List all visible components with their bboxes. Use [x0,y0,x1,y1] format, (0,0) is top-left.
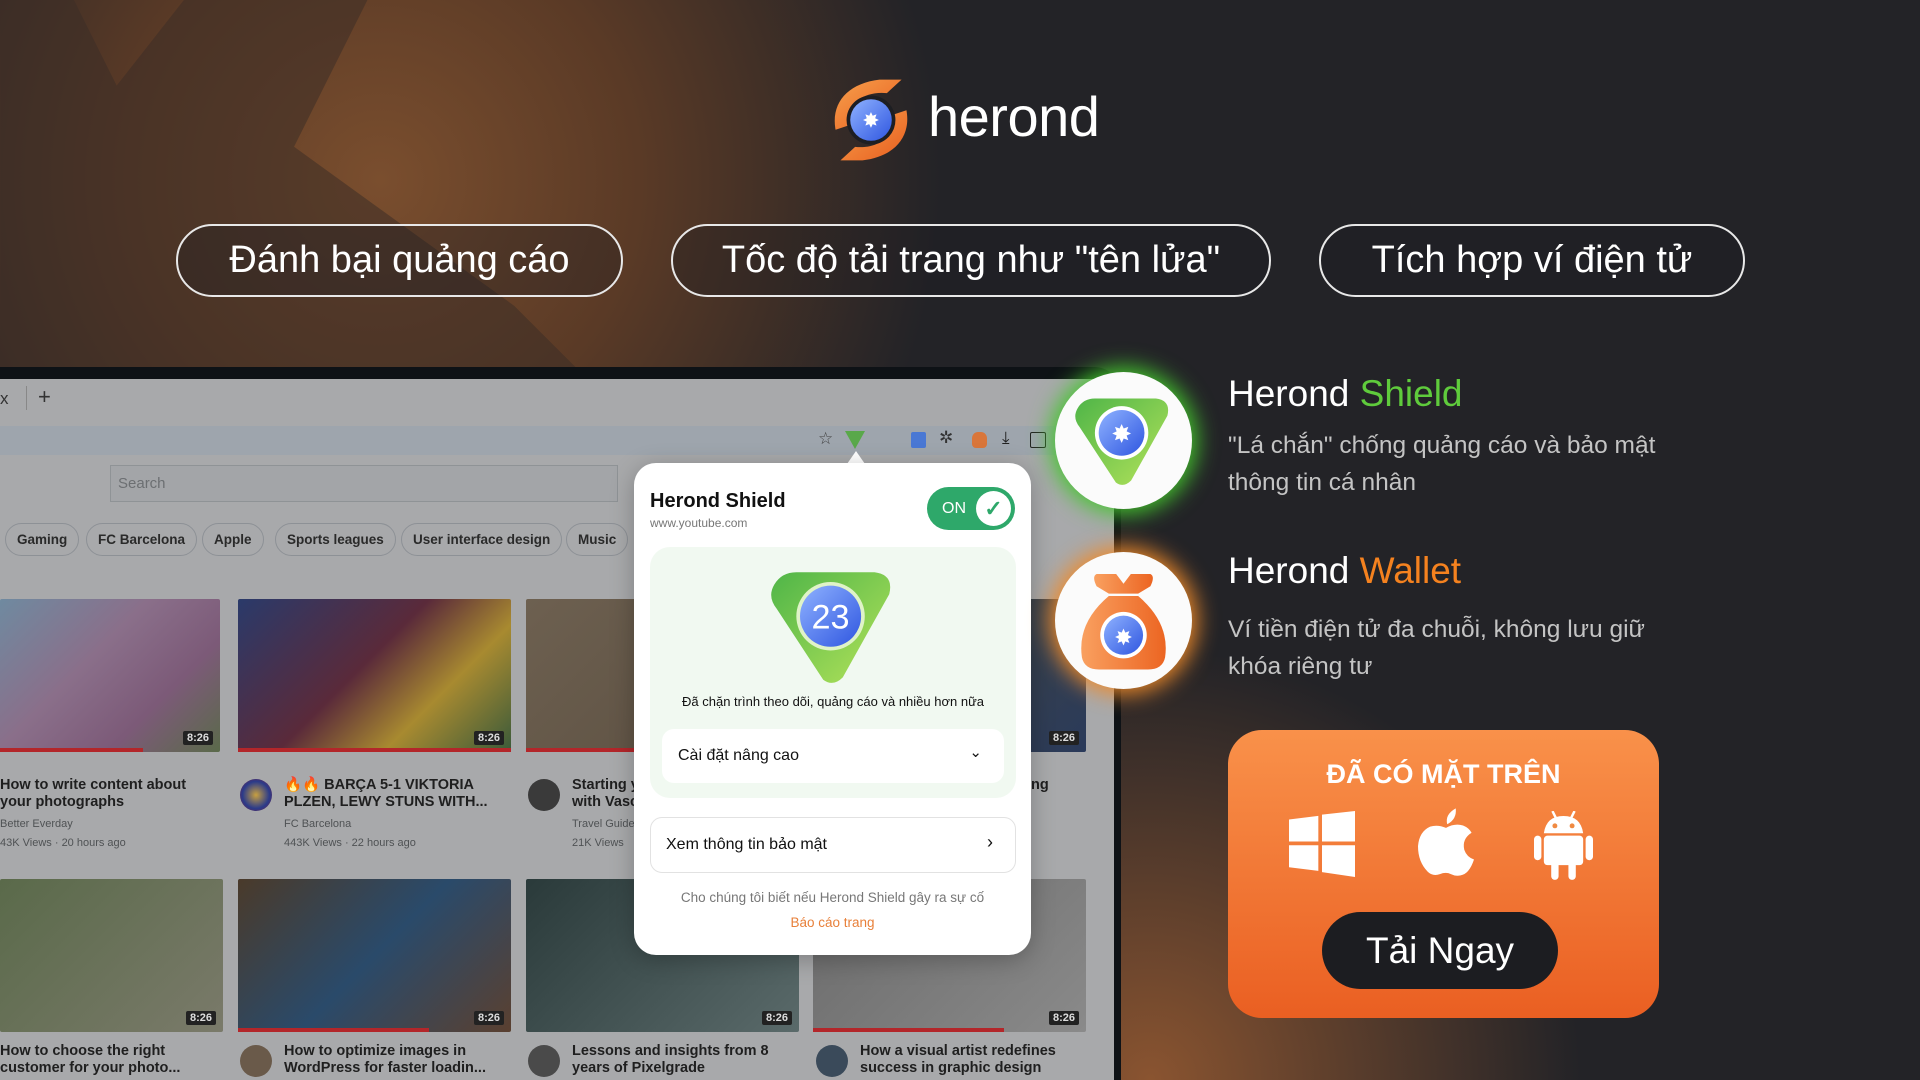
translate-icon[interactable] [911,432,926,448]
chip-fc-barcelona[interactable]: FC Barcelona [86,523,198,556]
shield-counter-icon: 23 [771,572,891,683]
download-icon[interactable]: ⤓ [1002,428,1010,448]
apple-icon[interactable] [1418,808,1474,877]
video-title[interactable]: How to write content about your photogra… [0,777,208,811]
channel-avatar[interactable] [816,1045,848,1077]
popup-site: www.youtube.com [650,516,748,530]
tab-bar: x + [0,379,1114,426]
download-heading: ĐÃ CÓ MẶT TRÊN [1326,759,1561,789]
video-title[interactable]: How a visual artist redefines success in… [860,1043,1068,1077]
video-channel[interactable]: FC Barcelona [284,815,351,833]
security-info-button[interactable]: Xem thông tin bảo mật › [650,817,1016,873]
svg-text:✸: ✸ [1111,419,1132,448]
shield-feature-badge: ✸ [1055,372,1192,509]
advanced-settings-dropdown[interactable]: Cài đặt nâng cao ⌄ [662,729,1004,783]
search-input[interactable]: Search [110,465,618,502]
channel-avatar[interactable] [240,1045,272,1077]
download-card: ĐÃ CÓ MẶT TRÊN Tải Ngay [1228,730,1659,1018]
check-icon: ✓ [976,491,1011,526]
chevron-down-icon: ⌄ [969,744,982,761]
video-title[interactable]: 🔥🔥 BARÇA 5-1 VIKTORIA PLZEN, LEWY STUNS … [284,777,492,811]
banner: ✸ herond Đánh bại quảng cáo Tốc độ tải t… [0,0,1920,1080]
channel-avatar[interactable] [528,1045,560,1077]
herond-shield-popup: Herond Shield www.youtube.com ON ✓ 23 Đã… [634,463,1031,955]
dropdown-label: Cài đặt nâng cao [678,747,799,764]
new-tab-button[interactable]: + [38,384,51,410]
wallet-bag-icon: ✸ [1081,574,1166,670]
popup-title: Herond Shield [650,490,786,512]
feature-desc-shield: "Lá chắn" chống quảng cáo và bảo mật thô… [1228,432,1656,496]
herond-shield-icon[interactable] [845,431,865,449]
shield-toggle[interactable]: ON ✓ [927,487,1015,530]
feature-title-shield: Herond Shield [1228,373,1463,414]
wallet-icon[interactable] [972,432,987,448]
chip-ui-design[interactable]: User interface design [401,523,563,556]
blocked-panel: 23 Đã chặn trình theo dõi, quảng cáo và … [650,547,1016,798]
popup-footer-text: Cho chúng tôi biết nếu Herond Shield gây… [680,890,985,905]
video-views: 43K Views · 20 hours ago [0,837,126,849]
video-title[interactable]: How to choose the right customer for you… [0,1043,208,1077]
herond-logo-icon: ✸ [834,79,908,161]
video-views: 443K Views · 22 hours ago [284,837,416,849]
video-channel[interactable]: Better Everday [0,815,73,833]
wallet-feature-badge: ✸ [1055,552,1192,689]
tab-divider [26,386,27,410]
svg-text:✸: ✸ [862,108,879,132]
feature-pill-speed: Tốc độ tải trang như "tên lửa" [671,224,1271,297]
address-bar[interactable]: ☆ ✲ ⤓ [0,426,1114,455]
security-info-label: Xem thông tin bảo mật [666,836,827,853]
channel-avatar[interactable] [528,779,560,811]
blocked-count: 23 [812,598,850,636]
windows-icon[interactable] [1289,811,1355,877]
video-thumbnail[interactable]: 8:26 [0,879,223,1032]
video-title[interactable]: Lessons and insights from 8 years of Pix… [572,1043,780,1077]
video-channel[interactable]: Travel Guide [572,815,635,833]
svg-text:✸: ✸ [1114,626,1132,651]
channel-avatar[interactable] [240,779,272,811]
video-title[interactable]: How to optimize images in WordPress for … [284,1043,492,1077]
report-page-link[interactable]: Báo cáo trang [634,915,1031,930]
feature-pill-adblock: Đánh bại quảng cáo [176,224,623,297]
feature-pill-wallet: Tích hợp ví điện tử [1319,224,1745,297]
shield-icon: ✸ [1075,398,1169,485]
video-thumbnail[interactable]: 8:26 [238,879,511,1032]
background-star-shape [0,0,576,367]
video-title[interactable]: ng [1031,777,1080,794]
blocked-text: Đã chặn trình theo dõi, quảng cáo và nhi… [682,694,984,709]
sidebar-icon[interactable] [1030,432,1046,448]
feature-desc-wallet: Ví tiền điện tử đa chuỗi, không lưu giữ … [1228,616,1645,680]
feature-title-wallet: Herond Wallet [1228,550,1462,591]
brand-name: herond [928,85,1100,148]
android-icon[interactable] [1534,811,1593,880]
toggle-label: ON [942,500,966,517]
video-views: 21K Views [572,837,624,849]
chevron-right-icon: › [987,832,993,852]
chip-music[interactable]: Music [566,523,629,556]
chip-apple[interactable]: Apple [202,523,264,556]
download-now-button[interactable]: Tải Ngay [1322,912,1558,989]
extensions-icon[interactable]: ✲ [939,428,953,448]
chip-sports-leagues[interactable]: Sports leagues [275,523,396,556]
close-tab-icon[interactable]: x [0,389,9,409]
star-icon[interactable]: ☆ [818,429,833,449]
video-thumbnail[interactable]: 8:26 [0,599,220,752]
video-thumbnail[interactable]: 8:26 [238,599,511,752]
chip-gaming[interactable]: Gaming [5,523,80,556]
